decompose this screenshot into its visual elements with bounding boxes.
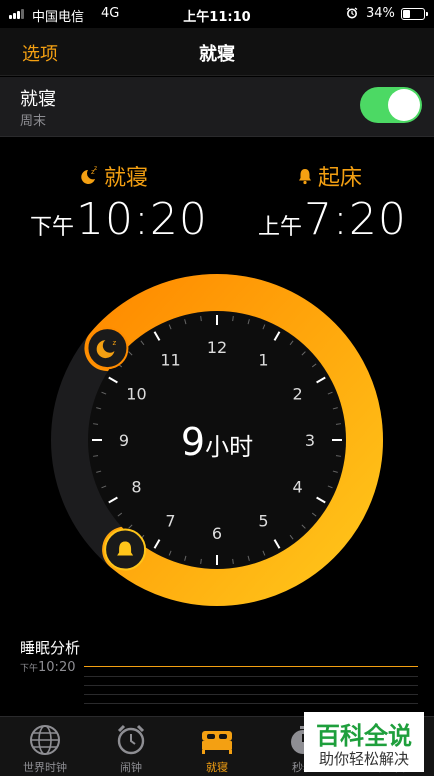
analysis-bedtime-line <box>84 666 418 667</box>
status-bar: 中国电信 4G 上午11:10 34% <box>0 0 434 28</box>
clock-number: 11 <box>160 350 180 369</box>
clock-number: 9 <box>119 431 129 450</box>
tab-label: 世界时钟 <box>23 761 67 774</box>
page-title: 就寝 <box>199 44 235 65</box>
watermark-subtitle: 助你轻松解决 <box>318 750 409 768</box>
bedtime-header: z z 就寝 <box>78 160 148 192</box>
bedtime-schedule-row: 就寝 周末 <box>0 77 434 137</box>
duration-number: 9 <box>181 420 205 464</box>
bed-icon <box>202 731 232 754</box>
analysis-time: 下午10:20 <box>20 660 75 675</box>
divider <box>0 136 434 137</box>
clock-number: 6 <box>212 524 222 543</box>
analysis-grid <box>84 676 418 714</box>
watermark-title: 百科全说 <box>316 722 412 750</box>
clock-number: 3 <box>305 431 315 450</box>
bedtime-time: 下午 10:20 <box>30 194 208 245</box>
toggle-knob <box>388 89 420 121</box>
zzz-icon: z <box>112 339 116 347</box>
tick-mark <box>200 558 202 564</box>
clock-number: 5 <box>258 512 268 531</box>
duration-unit: 小时 <box>205 433 253 461</box>
bedtime-label: 就寝 <box>104 166 149 191</box>
sleep-dial: 121234567891011 9小时 z <box>51 274 383 606</box>
alarm-status-icon <box>346 7 358 19</box>
wake-value: 7:20 <box>304 194 407 245</box>
globe-icon <box>30 725 60 755</box>
tick-mark <box>232 316 234 322</box>
navigation-bar: 选项 就寝 <box>0 28 434 76</box>
tab-label: 就寝 <box>206 761 228 774</box>
bedtime-handle-circle <box>86 327 129 370</box>
tick-mark <box>335 423 341 425</box>
tab-bedtime[interactable]: 就寝 <box>174 717 260 776</box>
tick-mark <box>200 316 202 322</box>
battery-percent: 34% <box>366 6 395 21</box>
bell-icon <box>299 169 311 185</box>
sleep-analysis-title: 睡眠分析 <box>20 639 81 657</box>
tick-mark <box>93 423 99 425</box>
analysis-ampm: 下午 <box>20 664 39 674</box>
tick-mark <box>93 455 99 457</box>
battery-level <box>403 10 410 18</box>
tick-mark <box>335 455 341 457</box>
bedtime-handle[interactable]: z <box>86 327 129 370</box>
svg-text:z: z <box>94 165 97 172</box>
clock-number: 2 <box>292 385 302 404</box>
battery-icon <box>401 8 425 20</box>
tab-alarm[interactable]: 闹钟 <box>88 717 174 776</box>
bedtime-ampm: 下午 <box>30 215 75 240</box>
clock-number: 8 <box>131 478 141 497</box>
tab-label: 闹钟 <box>120 761 142 774</box>
clock-number: 10 <box>126 385 146 404</box>
wake-ampm: 上午 <box>258 215 303 240</box>
tab-world-clock[interactable]: 世界时钟 <box>2 717 88 776</box>
clock-number: 12 <box>207 338 227 357</box>
wake-time: 上午 7:20 <box>258 194 407 245</box>
schedule-subtitle: 周末 <box>20 114 47 129</box>
wake-header: 起床 <box>296 160 362 192</box>
moon-zzz-icon: z z <box>81 165 97 184</box>
wake-label: 起床 <box>318 166 363 191</box>
analysis-value: 10:20 <box>38 660 76 675</box>
clock-number: 4 <box>292 478 302 497</box>
bedtime-value: 10:20 <box>76 194 208 245</box>
watermark-logo: 百科全说 助你轻松解决 <box>304 712 424 772</box>
schedule-title: 就寝 <box>20 89 56 110</box>
clock-number: 7 <box>165 512 175 531</box>
tick-mark <box>232 558 234 564</box>
bedtime-toggle[interactable] <box>360 87 422 123</box>
wake-handle[interactable] <box>104 528 147 571</box>
clock-number: 1 <box>258 350 268 369</box>
alarm-clock-icon <box>117 724 145 755</box>
